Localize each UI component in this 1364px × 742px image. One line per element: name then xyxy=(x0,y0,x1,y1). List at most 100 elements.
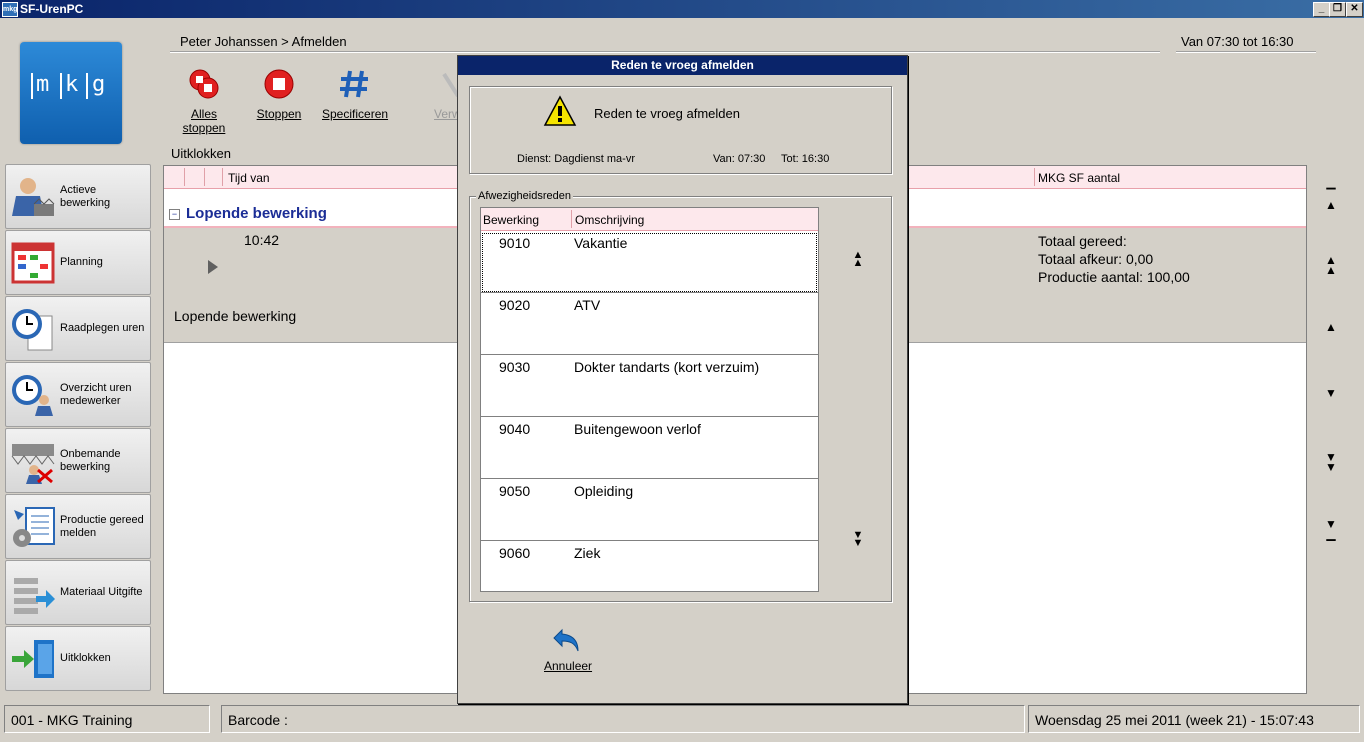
clock-person-icon xyxy=(12,375,53,416)
sidebar-item-raadplegen-uren[interactable]: Raadplegen uren xyxy=(5,296,151,361)
group-title: Lopende bewerking xyxy=(186,205,327,222)
list-item[interactable]: 9040 Buitengewoon verlof xyxy=(481,418,818,479)
dialog-title: Reden te vroeg afmelden xyxy=(458,56,907,75)
list-page-down-button[interactable]: ▼ ▼ xyxy=(850,530,866,549)
app-icon: mkg xyxy=(2,2,18,17)
reason-code: 9040 xyxy=(499,421,531,437)
sidebar-item-overzicht-uren[interactable]: Overzicht uren medewerker xyxy=(5,362,151,427)
reason-desc: ATV xyxy=(574,297,601,313)
row-time: 10:42 xyxy=(244,232,280,248)
material-issue-icon xyxy=(14,578,55,614)
column-time-from[interactable]: Tijd van xyxy=(228,171,270,185)
scroll-bottom-button[interactable]: ▼ ▁ xyxy=(1322,518,1340,540)
totaal-gereed: Totaal gereed: xyxy=(1038,233,1127,249)
specify-button[interactable]: Specificeren xyxy=(322,68,389,121)
row-stats: Totaal gereed: Totaal afkeur: 0,00 Produ… xyxy=(1038,232,1190,286)
scroll-up-button[interactable]: ▲ xyxy=(1322,321,1340,342)
specify-label: Specificeren xyxy=(322,107,389,121)
reason-list[interactable]: Bewerking Omschrijving 9010 Vakantie 902… xyxy=(480,207,819,592)
status-company: 001 - MKG Training xyxy=(4,705,210,733)
list-item[interactable]: 9020 ATV xyxy=(481,294,818,355)
sidebar-item-productie-gereed[interactable]: Productie gereed melden xyxy=(5,494,151,559)
logo-letter: g xyxy=(92,72,106,97)
productie-aantal: Productie aantal: 100,00 xyxy=(1038,269,1190,285)
column-mkg-sf[interactable]: MKG SF aantal xyxy=(1038,171,1120,185)
close-button[interactable]: ✕ xyxy=(1346,2,1363,17)
dialog-van: Van: 07:30 xyxy=(713,153,766,165)
dialog-header-panel: Reden te vroeg afmelden Dienst: Dagdiens… xyxy=(469,86,892,174)
sidebar-item-planning[interactable]: Planning xyxy=(5,230,151,295)
stop-all-icon xyxy=(189,69,219,99)
column-omschrijving[interactable]: Omschrijving xyxy=(575,213,644,227)
page-down-button[interactable]: ▼ ▼ xyxy=(1322,451,1340,473)
reason-group-label: Afwezigheidsreden xyxy=(476,190,573,202)
list-item[interactable]: 9050 Opleiding xyxy=(481,480,818,541)
reason-list-header: Bewerking Omschrijving xyxy=(481,208,818,231)
cancel-button[interactable]: Annuleer xyxy=(544,626,592,673)
cancel-label: Annuleer xyxy=(544,659,593,673)
restore-button[interactable]: ❐ xyxy=(1329,2,1346,17)
row-label: Lopende bewerking xyxy=(174,308,297,324)
stop-all-button[interactable]: Alles stoppen xyxy=(171,68,237,135)
list-item[interactable]: 9030 Dokter tandarts (kort verzuim) xyxy=(481,356,818,417)
breadcrumb-divider xyxy=(170,51,1160,53)
production-report-icon xyxy=(13,507,55,547)
mkg-logo: m k g xyxy=(20,42,122,144)
stop-icon xyxy=(264,69,294,99)
breadcrumb: Peter Johanssen > Afmelden xyxy=(180,34,347,49)
reason-code: 9020 xyxy=(499,297,531,313)
window-title-bar[interactable]: mkg SF-UrenPC _ ❐ ✕ xyxy=(0,0,1364,18)
status-datetime: Woensdag 25 mei 2011 (week 21) - 15:07:4… xyxy=(1028,705,1360,733)
hidden-toolbar-button[interactable]: Verw xyxy=(434,68,458,121)
early-signoff-dialog[interactable]: Reden te vroeg afmelden Reden te vroeg a… xyxy=(457,55,908,704)
sidebar-item-label: Productie gereed melden xyxy=(60,513,144,539)
dialog-dienst: Dienst: Dagdienst ma-vr xyxy=(517,153,635,165)
collapse-toggle[interactable]: − xyxy=(169,209,180,220)
reason-desc: Vakantie xyxy=(574,235,628,251)
sidebar-item-label: Uitklokken xyxy=(60,652,111,664)
planning-calendar-icon xyxy=(11,242,55,284)
logo-letter: m xyxy=(36,72,50,97)
door-exit-icon xyxy=(12,640,54,678)
sidebar-item-label: Actieve bewerking xyxy=(60,183,111,209)
sidebar-item-label: Onbemande bewerking xyxy=(60,447,121,473)
play-icon[interactable] xyxy=(208,260,218,274)
column-bewerking[interactable]: Bewerking xyxy=(483,213,539,227)
hidden-toolbar-label: Verw xyxy=(434,107,458,121)
list-page-up-button[interactable]: ▲ ▲ xyxy=(850,250,866,269)
dialog-tot: Tot: 16:30 xyxy=(781,153,830,165)
dialog-heading: Reden te vroeg afmelden xyxy=(594,106,740,121)
stop-all-label: Alles stoppen xyxy=(182,107,226,135)
shift-time: Van 07:30 tot 16:30 xyxy=(1181,34,1294,49)
hash-icon xyxy=(340,70,368,98)
reason-desc: Opleiding xyxy=(574,483,634,499)
sidebar-item-actieve-bewerking[interactable]: Actieve bewerking xyxy=(5,164,151,229)
reason-code: 9030 xyxy=(499,359,531,375)
sidebar-item-onbemande-bewerking[interactable]: Onbemande bewerking xyxy=(5,428,151,493)
reason-desc: Ziek xyxy=(574,545,601,561)
stop-button[interactable]: Stoppen xyxy=(256,68,302,121)
stop-label: Stoppen xyxy=(256,107,302,121)
sidebar-item-uitklokken[interactable]: Uitklokken xyxy=(5,626,151,691)
totaal-afkeur: Totaal afkeur: 0,00 xyxy=(1038,251,1154,267)
page-up-button[interactable]: ▲ ▲ xyxy=(1322,254,1340,276)
list-item[interactable]: 9060 Ziek xyxy=(481,542,818,591)
reason-code: 9060 xyxy=(499,545,531,561)
logo-letter: k xyxy=(65,72,79,97)
unmanned-icon xyxy=(11,444,55,484)
disabled-icon xyxy=(442,72,458,98)
sidebar-item-label: Raadplegen uren xyxy=(60,322,145,334)
reason-desc: Dokter tandarts (kort verzuim) xyxy=(574,359,760,375)
sidebar-item-materiaal-uitgifte[interactable]: Materiaal Uitgifte xyxy=(5,560,151,625)
minimize-button[interactable]: _ xyxy=(1313,2,1330,17)
undo-icon xyxy=(553,628,579,652)
scroll-top-button[interactable]: ▔ ▲ xyxy=(1322,189,1340,211)
sidebar-item-label: Planning xyxy=(60,256,103,268)
barcode-field[interactable]: Barcode : xyxy=(221,705,1025,733)
list-item[interactable]: 9010 Vakantie xyxy=(481,232,818,293)
window-title: SF-UrenPC xyxy=(20,2,84,16)
reason-code: 9050 xyxy=(499,483,531,499)
section-label: Uitklokken xyxy=(171,146,231,161)
scroll-down-button[interactable]: ▼ xyxy=(1322,387,1340,408)
shift-divider xyxy=(1176,51,1316,53)
